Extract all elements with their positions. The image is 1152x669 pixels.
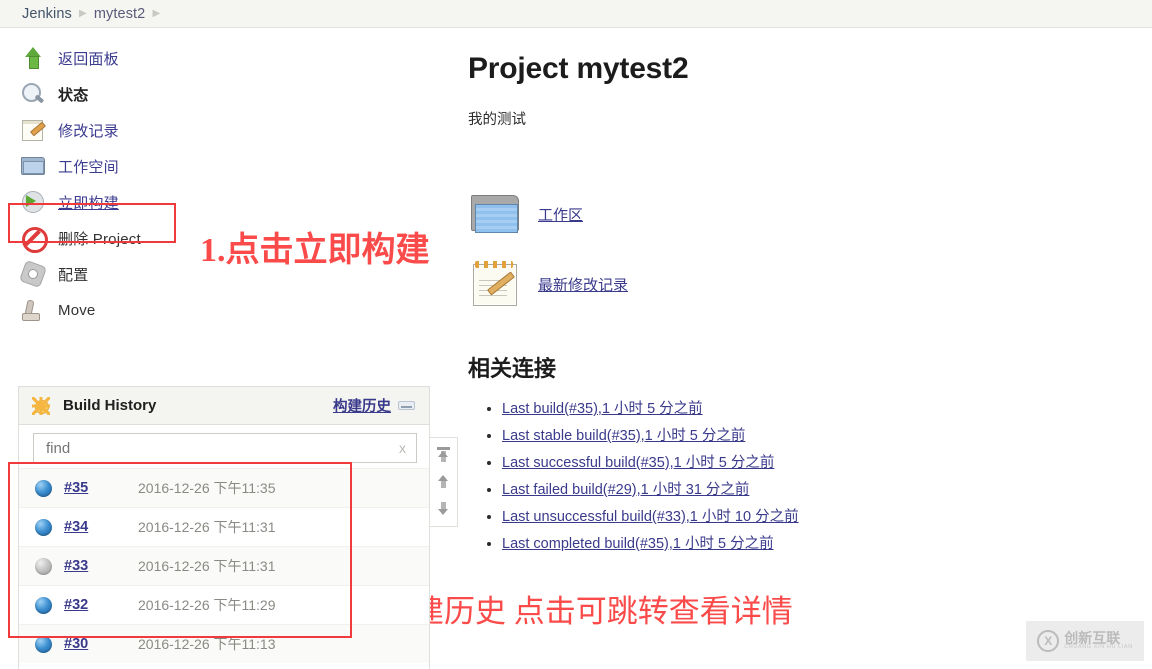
watermark-text-en: CHUANG XIN HU LIAN	[1064, 644, 1133, 651]
chevron-right-icon[interactable]	[145, 8, 167, 19]
list-item: Last stable build(#35),1 小时 5 分之前	[502, 424, 1128, 445]
clear-icon[interactable]: x	[393, 440, 406, 456]
chevron-right-icon[interactable]	[72, 8, 94, 19]
folder-icon	[20, 153, 46, 179]
sidebar-item-status[interactable]: 状态	[0, 76, 440, 112]
build-history-header: Build History 构建历史	[19, 387, 429, 425]
status-ball-icon	[35, 518, 52, 536]
delete-icon	[20, 225, 48, 253]
sidebar-item-label: 立即构建	[58, 194, 119, 212]
notepad-icon	[20, 117, 46, 143]
scroll-down-button[interactable]	[436, 500, 451, 517]
table-row[interactable]: #35 2016-12-26 下午11:35	[19, 468, 429, 507]
build-history-rows: #35 2016-12-26 下午11:35 #34 2016-12-26 下午…	[19, 468, 429, 663]
table-row[interactable]: #30 2016-12-26 下午11:13	[19, 624, 429, 663]
build-now-icon	[20, 189, 46, 215]
link-last-stable-build[interactable]: Last stable build(#35),1 小时 5 分之前	[502, 428, 745, 444]
build-number-link[interactable]: #33	[64, 558, 138, 574]
link-last-successful-build[interactable]: Last successful build(#35),1 小时 5 分之前	[502, 455, 774, 471]
sidebar-item-label: 配置	[58, 266, 89, 284]
project-description: 我的测试	[468, 112, 526, 128]
list-item: Last successful build(#35),1 小时 5 分之前	[502, 451, 1128, 472]
up-arrow-icon	[20, 45, 46, 71]
build-number-link[interactable]: #32	[64, 597, 138, 613]
project-quick-links: 工作区 最新修改记录	[468, 187, 1128, 311]
watermark-text-cn: 创新互联	[1064, 629, 1121, 646]
related-links-list: Last build(#35),1 小时 5 分之前 Last stable b…	[468, 397, 1128, 553]
build-timestamp: 2016-12-26 下午11:29	[138, 597, 276, 613]
watermark: X 创新互联 CHUANG XIN HU LIAN	[1026, 621, 1144, 661]
table-row[interactable]: #32 2016-12-26 下午11:29	[19, 585, 429, 624]
breadcrumb-item-jenkins[interactable]: Jenkins	[22, 6, 72, 22]
magnifier-icon	[20, 81, 46, 107]
table-row[interactable]: #34 2016-12-26 下午11:31	[19, 507, 429, 546]
breadcrumb: Jenkins mytest2	[0, 0, 1152, 28]
find-input[interactable]	[44, 438, 393, 458]
annotation-build-now: 1.点击立即构建	[200, 232, 430, 269]
quick-link-label[interactable]: 工作区	[538, 204, 583, 225]
page-title: Project mytest2	[468, 52, 689, 85]
build-history-panel: Build History 构建历史 x #35 2016-12-26 下午11…	[18, 386, 430, 669]
watermark-logo-icon: X	[1037, 630, 1060, 652]
main-content: Project mytest2 我的测试 工作区 最新修改记录 相关连接 Las…	[468, 52, 1128, 559]
link-last-build[interactable]: Last build(#35),1 小时 5 分之前	[502, 401, 703, 417]
scroll-to-top-button[interactable]	[436, 446, 451, 464]
gear-icon	[20, 261, 46, 287]
sidebar-item-build-now[interactable]: 立即构建	[0, 184, 440, 220]
build-history-scroll-controls	[430, 437, 458, 527]
jenkins-project-page: Jenkins mytest2 返回面板 状态 修改记录 工作空间 立即构建	[0, 0, 1152, 669]
build-history-find-row: x	[19, 425, 429, 468]
link-last-unsuccessful-build[interactable]: Last unsuccessful build(#33),1 小时 10 分之前	[502, 509, 799, 525]
find-box[interactable]: x	[33, 433, 417, 463]
list-item: Last completed build(#35),1 小时 5 分之前	[502, 532, 1128, 553]
build-history-title: Build History	[63, 397, 157, 414]
sidebar-nav: 返回面板 状态 修改记录 工作空间 立即构建 删除 Project 配置 Mov…	[0, 40, 440, 328]
sun-icon	[31, 396, 51, 416]
build-number-link[interactable]: #34	[64, 519, 138, 535]
sidebar-item-label: 工作空间	[58, 158, 119, 176]
build-timestamp: 2016-12-26 下午11:31	[138, 558, 276, 574]
section-title-related-links: 相关连接	[468, 356, 557, 381]
link-last-completed-build[interactable]: Last completed build(#35),1 小时 5 分之前	[502, 536, 774, 552]
quick-link-label[interactable]: 最新修改记录	[538, 274, 628, 295]
status-ball-icon	[35, 557, 52, 575]
breadcrumb-item-mytest2[interactable]: mytest2	[94, 6, 145, 22]
changes-notepad-icon	[468, 257, 522, 311]
table-row[interactable]: #33 2016-12-26 下午11:31	[19, 546, 429, 585]
sidebar-item-label: 返回面板	[58, 50, 119, 68]
status-ball-icon	[35, 635, 52, 653]
sidebar-item-label: 修改记录	[58, 122, 119, 140]
annotation-build-history: 构建历史 点击可跳转查看详情	[382, 594, 793, 629]
sidebar-item-changes[interactable]: 修改记录	[0, 112, 440, 148]
sidebar-item-label: 状态	[58, 86, 89, 104]
build-history-trend-link[interactable]: 构建历史	[333, 395, 391, 416]
workspace-folder-icon	[468, 187, 522, 241]
sidebar-item-workspace[interactable]: 工作空间	[0, 148, 440, 184]
list-item: Last unsuccessful build(#33),1 小时 10 分之前	[502, 505, 1128, 526]
build-timestamp: 2016-12-26 下午11:13	[138, 636, 276, 652]
link-last-failed-build[interactable]: Last failed build(#29),1 小时 31 分之前	[502, 482, 749, 498]
trend-icon[interactable]	[398, 401, 415, 410]
status-ball-icon	[35, 479, 52, 497]
build-timestamp: 2016-12-26 下午11:35	[138, 480, 276, 496]
build-number-link[interactable]: #30	[64, 636, 138, 652]
quick-link-changes[interactable]: 最新修改记录	[468, 257, 1128, 311]
build-timestamp: 2016-12-26 下午11:31	[138, 519, 276, 535]
sidebar-item-label: Move	[58, 301, 96, 319]
sidebar-item-back-to-dashboard[interactable]: 返回面板	[0, 40, 440, 76]
list-item: Last build(#35),1 小时 5 分之前	[502, 397, 1128, 418]
quick-link-workspace[interactable]: 工作区	[468, 187, 1128, 241]
move-icon	[20, 297, 46, 323]
sidebar-item-label: 删除 Project	[58, 230, 141, 248]
scroll-up-button[interactable]	[436, 473, 451, 490]
sidebar-item-move[interactable]: Move	[0, 292, 440, 328]
list-item: Last failed build(#29),1 小时 31 分之前	[502, 478, 1128, 499]
build-number-link[interactable]: #35	[64, 480, 138, 496]
status-ball-icon	[35, 596, 52, 614]
